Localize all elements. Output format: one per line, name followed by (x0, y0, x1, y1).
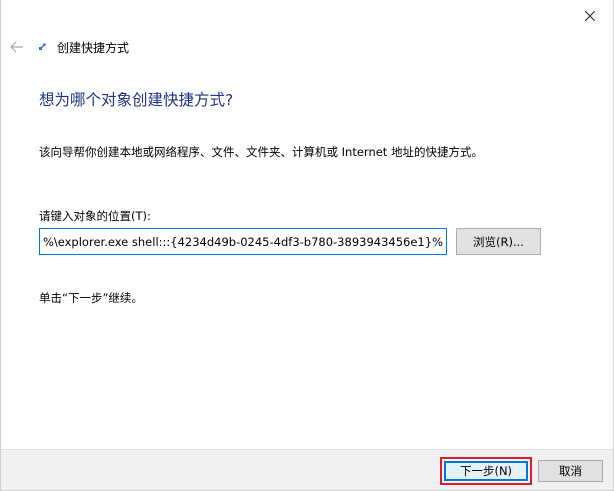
page-heading: 想为哪个对象创建快捷方式? (39, 91, 234, 109)
cancel-button[interactable]: 取消 (538, 460, 603, 482)
dialog-title: 创建快捷方式 (57, 40, 130, 55)
shortcut-wizard-icon (35, 39, 51, 55)
close-button[interactable] (567, 0, 613, 31)
close-icon (584, 6, 596, 25)
browse-button[interactable]: 浏览(R)... (456, 228, 541, 255)
back-arrow-icon[interactable] (9, 39, 25, 55)
dialog-header: 创建快捷方式 (9, 36, 129, 58)
dialog-footer: 下一步(N) 取消 (1, 449, 613, 490)
next-button[interactable]: 下一步(N) (444, 461, 528, 481)
wizard-description: 该向导帮你创建本地或网络程序、文件、文件夹、计算机或 Internet 地址的快… (39, 145, 483, 159)
create-shortcut-dialog: 创建快捷方式 想为哪个对象创建快捷方式? 该向导帮你创建本地或网络程序、文件、文… (0, 0, 614, 491)
next-button-highlight: 下一步(N) (440, 457, 532, 485)
location-input[interactable] (39, 228, 447, 255)
location-label: 请键入对象的位置(T): (39, 209, 151, 223)
continue-hint: 单击“下一步”继续。 (39, 291, 143, 305)
